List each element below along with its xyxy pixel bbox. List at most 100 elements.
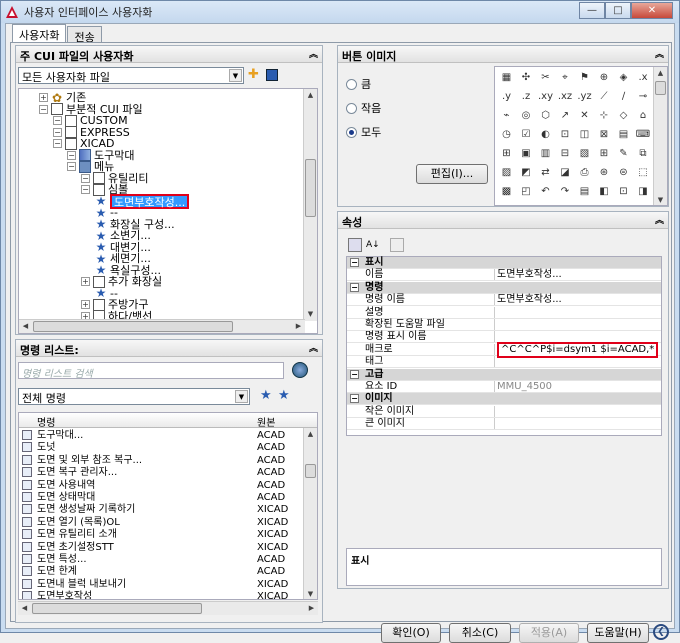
button-image-icon[interactable]: ⌂ — [635, 107, 652, 124]
expand-icon[interactable]: − — [67, 150, 76, 160]
button-image-icon[interactable]: ⌁ — [498, 107, 515, 124]
button-image-icon[interactable]: .xy — [537, 88, 554, 105]
button-image-icon[interactable]: .xz — [557, 88, 574, 105]
button-image-icon[interactable]: ⬚ — [635, 164, 652, 181]
button-image-icon[interactable]: ✣ — [518, 69, 535, 86]
col-command-header[interactable]: 명령 — [37, 414, 55, 429]
button-image-icon[interactable]: ✕ — [576, 107, 593, 124]
list-item[interactable]: 도면부호작성 XICAD — [19, 591, 303, 599]
list-item[interactable]: 도면 초기설정STT XICAD — [19, 541, 303, 554]
button-image-icon[interactable]: ✎ — [615, 145, 632, 162]
expand-icon[interactable]: − — [53, 139, 62, 148]
edit-image-button[interactable]: 편집(I)... — [416, 164, 488, 184]
minimize-button[interactable]: — — [579, 2, 605, 19]
radio-small[interactable]: 작음 — [346, 100, 381, 116]
button-image-icon[interactable]: ⌨ — [635, 126, 652, 143]
property-pages-icon[interactable] — [389, 238, 404, 252]
button-image-icon[interactable]: ⊟ — [557, 145, 574, 162]
button-image-icon[interactable]: ▤ — [576, 183, 593, 200]
button-image-icon[interactable]: ⊠ — [596, 126, 613, 143]
sort-az-icon[interactable]: A↓ — [366, 238, 380, 252]
expand-icon[interactable]: − — [53, 127, 62, 137]
expand-icon[interactable]: − — [53, 116, 62, 125]
button-image-icon[interactable]: ⊛ — [596, 164, 613, 181]
scroll-right-icon[interactable]: ▶ — [292, 320, 305, 333]
button-image-icon[interactable]: ◫ — [576, 126, 593, 143]
scroll-thumb[interactable] — [655, 81, 666, 95]
property-row[interactable]: 명령 이름 도면부호작성... — [347, 294, 661, 307]
collapse-category-icon[interactable]: − — [350, 369, 359, 379]
button-image-icon[interactable]: ◧ — [596, 183, 613, 200]
expand-icon[interactable]: − — [81, 173, 90, 183]
save-icon[interactable] — [266, 69, 278, 81]
button-image-icon[interactable]: ⊡ — [557, 126, 574, 143]
expand-icon[interactable]: + — [81, 277, 90, 286]
property-grid[interactable]: − 표시 이름 도면부호작성... − 명령 명령 이름 도면부호작성... 설명 확장된 도움말… — [346, 256, 662, 436]
categorized-icon[interactable] — [348, 238, 362, 252]
button-image-icon[interactable]: ⊡ — [615, 183, 632, 200]
command-search-input[interactable]: 명령 리스트 검색 — [18, 362, 284, 380]
button-image-icon[interactable]: .y — [498, 88, 515, 105]
property-value[interactable]: 도면부호작성... — [497, 269, 562, 281]
button-image-icon[interactable]: ⊞ — [596, 145, 613, 162]
expand-icon[interactable]: + — [81, 300, 90, 309]
radio-both[interactable]: 모두 — [346, 124, 381, 140]
button-image-icon[interactable]: ⊸ — [635, 88, 652, 105]
button-image-icon[interactable]: ◪ — [557, 164, 574, 181]
property-row[interactable]: 확장된 도움말 파일 — [347, 319, 661, 331]
list-item[interactable]: 도면 특성... ACAD — [19, 554, 303, 566]
list-item[interactable]: 도구막대... ACAD — [19, 430, 303, 442]
chevron-down-icon[interactable]: ▼ — [229, 69, 242, 82]
property-row[interactable]: 매크로 ^C^C^P$i=dsym1 $i=ACAD,* — [347, 341, 661, 358]
radio-large-dot[interactable] — [346, 78, 357, 90]
list-item[interactable]: 도면 한계 ACAD — [19, 566, 303, 578]
list-item[interactable]: 도면 사용내역 ACAD — [19, 479, 303, 492]
collapse-icon[interactable]: ︽ — [309, 341, 318, 354]
button-image-icon[interactable]: ◇ — [615, 107, 632, 124]
collapse-icon[interactable]: ︽ — [655, 213, 664, 226]
help-button[interactable]: 도움말(H) — [587, 623, 649, 643]
button-image-icon[interactable]: ▣ — [518, 145, 535, 162]
tree-vertical-scrollbar[interactable]: ▲ ▼ — [303, 89, 317, 321]
button-image-icon[interactable]: ⊹ — [596, 107, 613, 124]
button-image-icon[interactable]: ⟋ — [596, 88, 613, 105]
radio-large[interactable]: 큼 — [346, 76, 371, 92]
command-list[interactable]: 명령 원본 도구막대... ACAD 도넛 ACAD 도면 및 외부 참조 복구... A… — [18, 412, 318, 600]
button-image-icon[interactable]: ◩ — [518, 164, 535, 181]
button-image-icon[interactable]: ◰ — [518, 183, 535, 200]
apply-button[interactable]: 적용(A) — [519, 623, 579, 643]
collapse-category-icon[interactable]: − — [350, 282, 359, 292]
command-list-hscrollbar[interactable]: ◀ ▶ — [18, 601, 318, 615]
button-image-icon[interactable]: ⚑ — [576, 69, 593, 86]
scroll-left-icon[interactable]: ◀ — [18, 602, 31, 615]
scroll-thumb[interactable] — [32, 603, 202, 614]
scroll-down-icon[interactable]: ▼ — [304, 588, 317, 599]
button-image-grid[interactable]: ▦ ✣ ✂ ⌖ ⚑ ⊕ ◈ .x .y .z .xy .xz .yz ⟋ ∕ ⊸ ⌁ ◎ ⬡ ↗ ✕ ⊹ ◇ ⌂ ◷ ☑ ◐ ⊡ ◫ ⊠ ▤… — [494, 66, 668, 206]
button-image-icon[interactable]: ◐ — [537, 126, 554, 143]
tree-horizontal-scrollbar[interactable]: ◀ ▶ — [19, 319, 305, 333]
button-image-icon[interactable]: ⧉ — [635, 145, 652, 162]
image-grid-scrollbar[interactable]: ▲ ▼ — [653, 67, 667, 205]
radio-small-dot[interactable] — [346, 102, 357, 114]
scroll-right-icon[interactable]: ▶ — [305, 602, 318, 615]
cui-tree[interactable]: + ✿ 기존 − 부분적 CUI 파일 − CUSTOM − EXPRESS − XICAD − 도구막… — [18, 88, 318, 334]
property-row[interactable]: 요소 ID MMU_4500 — [347, 381, 661, 393]
collapse-category-icon[interactable]: − — [350, 394, 359, 404]
property-category[interactable]: − 명령 — [347, 281, 661, 294]
search-icon[interactable] — [292, 362, 308, 378]
button-image-icon[interactable]: ↷ — [557, 183, 574, 200]
expand-icon[interactable]: − — [81, 185, 90, 194]
button-image-icon[interactable]: ◷ — [498, 126, 515, 143]
button-image-icon[interactable]: .yz — [576, 88, 593, 105]
property-row[interactable]: 이름 도면부호작성... — [347, 269, 661, 282]
button-image-icon[interactable]: ⊜ — [615, 164, 632, 181]
button-image-icon[interactable]: ☑ — [518, 126, 535, 143]
property-category[interactable]: − 이미지 — [347, 393, 661, 406]
collapse-dialog-icon[interactable]: ❮ — [653, 624, 669, 640]
property-row[interactable]: 작은 이미지 — [347, 405, 661, 418]
ok-button[interactable]: 확인(O) — [381, 623, 441, 643]
chevron-down-icon[interactable]: ▼ — [235, 390, 248, 403]
scroll-left-icon[interactable]: ◀ — [19, 320, 32, 333]
command-filter-star-icon[interactable]: ★ — [278, 388, 290, 403]
cancel-button[interactable]: 취소(C) — [449, 623, 511, 643]
